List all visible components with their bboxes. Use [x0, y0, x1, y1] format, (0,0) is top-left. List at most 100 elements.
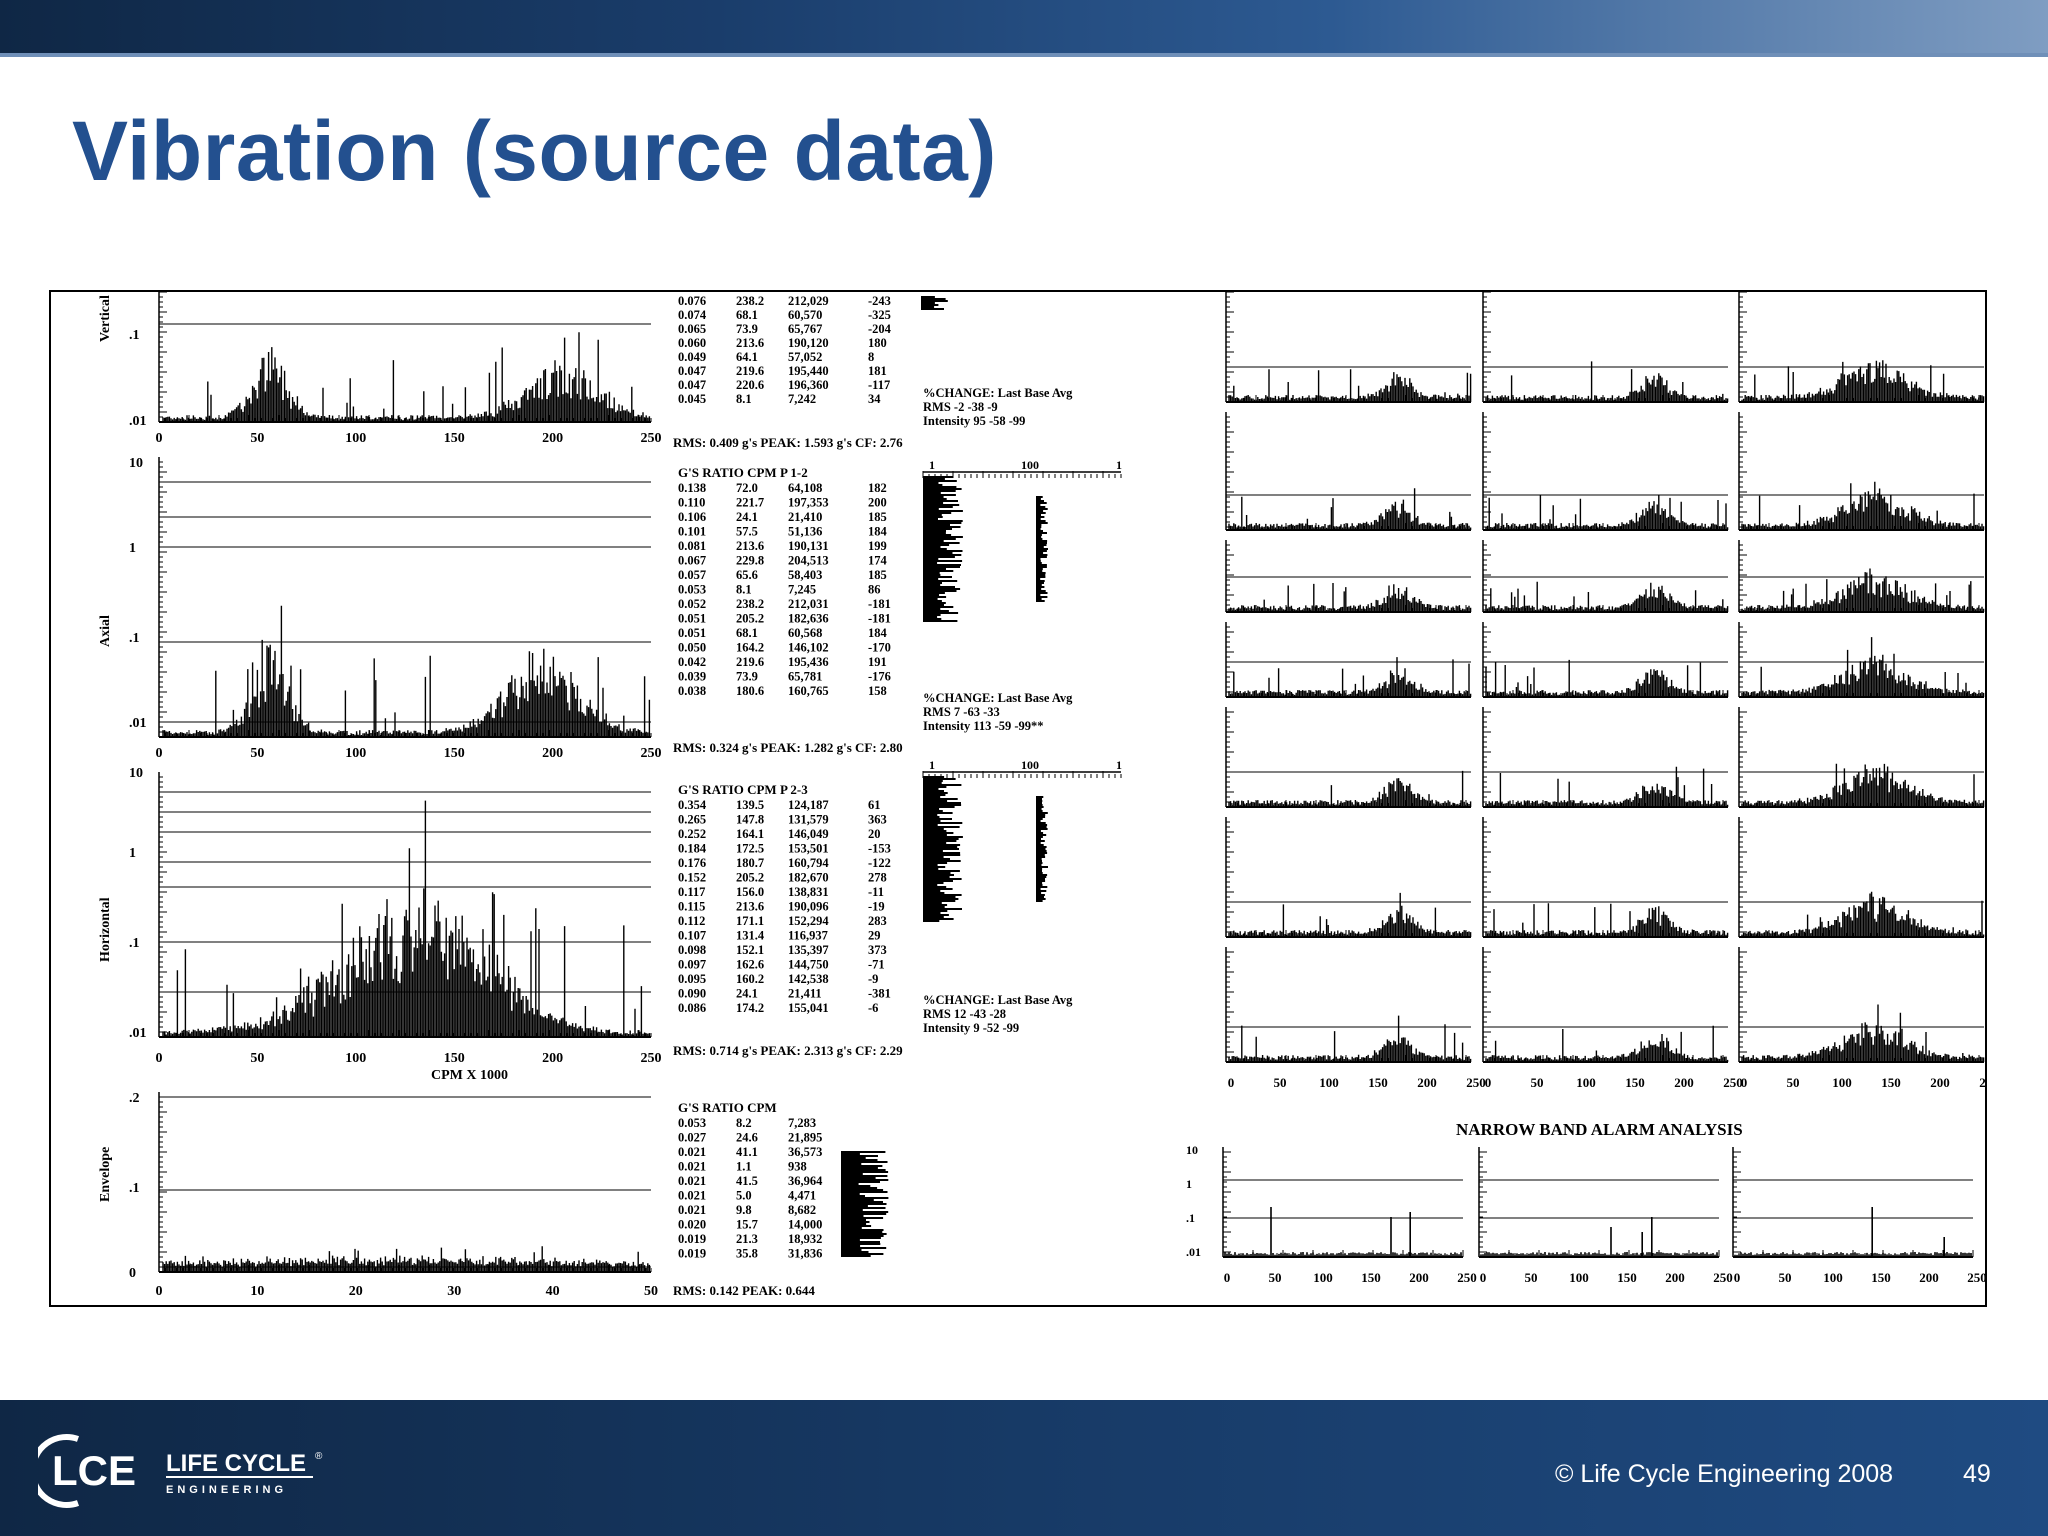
alarm-x-tick-label-1-3: 150	[1617, 1270, 1637, 1285]
table-2-cell: -19	[868, 900, 885, 914]
narrow-band-title: NARROW BAND ALARM ANALYSIS	[1456, 1120, 1743, 1139]
axial-y-tick-label-1: 1	[129, 541, 136, 556]
grid-x-tick-label-0-0: 0	[1228, 1075, 1235, 1090]
table-1-cell: -170	[868, 641, 891, 655]
logo-mark: LCE	[52, 1447, 136, 1494]
table-2-cell: 116,937	[788, 929, 828, 943]
table-1-cell: 213.6	[736, 539, 764, 553]
table-0-cell: 180	[868, 336, 887, 350]
vertical-x-tick-label-2: 100	[345, 431, 366, 446]
grid-spectrum-0-0-yticks	[1226, 292, 1234, 403]
table-1-cell: 21,410	[788, 510, 822, 524]
alarm-x-tick-label-2-4: 200	[1919, 1270, 1939, 1285]
table-1-cell: 0.057	[678, 568, 706, 582]
table-1-cell: 7,245	[788, 583, 816, 597]
page-number: 49	[1963, 1460, 1991, 1488]
grid-x-tick-label-0-2: 100	[1319, 1075, 1339, 1090]
table-1-cell: 182	[868, 481, 887, 495]
envelope-x-tick-label-5: 50	[644, 1284, 658, 1299]
table-2-cell: 142,538	[788, 972, 829, 986]
table-2-cell: 144,750	[788, 958, 829, 972]
table-3-cell: 36,573	[788, 1145, 822, 1159]
axial-x-tick-label-2: 100	[345, 746, 366, 761]
table-1-summary: RMS: 0.324 g's PEAK: 1.282 g's CF: 2.80	[673, 740, 903, 755]
envelope-y-tick-label-2: 0	[129, 1266, 136, 1281]
table-2-cell: 61	[868, 798, 881, 812]
vertical-y-ticks	[159, 292, 167, 423]
mini-scale-left-0: 1	[929, 458, 935, 472]
vertical-y-tick-label-1: .01	[129, 414, 147, 429]
table-1-cell: 184	[868, 525, 888, 539]
table-3-summary: RMS: 0.142 PEAK: 0.644	[673, 1283, 815, 1298]
table-2-cell: 29	[868, 929, 881, 943]
table-1-cell: 24.1	[736, 510, 758, 524]
table-3-cell: 1.1	[736, 1160, 752, 1174]
table-1-cell: 180.6	[736, 684, 764, 698]
table-3-cell: 0.019	[678, 1232, 706, 1246]
table-1-cell: 51,136	[788, 525, 822, 539]
table-2-cell: 0.112	[678, 914, 705, 928]
table-0-cell: -204	[868, 322, 892, 336]
top-banner	[0, 0, 2048, 57]
axial-y-tick-label-2: .1	[129, 631, 140, 646]
horizontal-x-tick-label-3: 150	[444, 1051, 465, 1066]
envelope-spectrum	[162, 1246, 651, 1272]
horizontal-y-tick-label-0: 10	[129, 766, 143, 781]
grid-spectrum-1-2	[1485, 581, 1729, 612]
table-2-cell: -9	[868, 972, 878, 986]
mini-hist-b-1	[1036, 796, 1048, 902]
axial-x-tick-label-1: 50	[250, 746, 264, 761]
table-3-cell: 14,000	[788, 1218, 822, 1232]
table-2-cell: -153	[868, 842, 891, 856]
change-block-2-rms: RMS 12 -43 -28	[923, 1007, 1006, 1021]
table-1-cell: 158	[868, 684, 887, 698]
table-1-cell: 64,108	[788, 481, 822, 495]
table-2-cell: 180.7	[736, 856, 764, 870]
horizontal-y-tick-label-1: 1	[129, 846, 136, 861]
table-1-cell: -181	[868, 597, 891, 611]
table-0-cell: -117	[868, 378, 890, 392]
table-2-cell: 0.176	[678, 856, 706, 870]
alarm-x-tick-label-1-0: 0	[1480, 1270, 1487, 1285]
table-2-cell: 152,294	[788, 914, 829, 928]
grid-spectrum-0-5	[1228, 892, 1472, 937]
table-0-cell: 0.045	[678, 392, 706, 406]
envelope-x-tick-label-1: 10	[250, 1284, 264, 1299]
mini-hist-a-0	[923, 476, 963, 622]
vertical-axis-label: Vertical	[98, 295, 113, 342]
table-2-cell: 373	[868, 943, 887, 957]
table-0-summary: RMS: 0.409 g's PEAK: 1.593 g's CF: 2.76	[673, 435, 903, 450]
table-2-cell: 135,397	[788, 943, 829, 957]
alarm-chart-1-yticks	[1479, 1151, 1487, 1258]
grid-spectrum-0-0	[1228, 369, 1472, 402]
alarm-x-tick-label-0-0: 0	[1224, 1270, 1231, 1285]
grid-x-tick-label-1-3: 150	[1625, 1075, 1645, 1090]
envelope-y-tick-label-1: .1	[129, 1181, 140, 1196]
grid-x-tick-label-0-4: 200	[1417, 1075, 1437, 1090]
grid-spectrum-1-6	[1485, 1025, 1729, 1062]
table-2-cell: 278	[868, 871, 887, 885]
alarm-chart-2-yticks	[1733, 1151, 1741, 1258]
grid-x-tick-label-1-2: 100	[1576, 1075, 1596, 1090]
grid-x-tick-label-1-1: 50	[1531, 1075, 1544, 1090]
table-1-cell: 205.2	[736, 612, 764, 626]
change-block-0-intensity: Intensity 95 -58 -99	[923, 414, 1025, 428]
table-2-cell: 131,579	[788, 813, 829, 827]
table-0-cell: 220.6	[736, 378, 764, 392]
table-1-cell: 0.050	[678, 641, 706, 655]
table-2-cell: 139.5	[736, 798, 764, 812]
table-1-cell: 0.053	[678, 583, 706, 597]
table-2-cell: 0.107	[678, 929, 706, 943]
table-0-cell: 213.6	[736, 336, 764, 350]
table-0-cell: 65,767	[788, 322, 822, 336]
table-2-cell: 164.1	[736, 827, 764, 841]
horizontal-x-tick-label-0: 0	[156, 1051, 163, 1066]
table-3-cell: 41.1	[736, 1145, 758, 1159]
vertical-x-tick-label-0: 0	[156, 431, 163, 446]
grid-spectrum-1-3	[1485, 659, 1729, 697]
table-1-cell: 219.6	[736, 655, 764, 669]
grid-spectrum-0-2	[1228, 583, 1472, 612]
table-1-cell: 68.1	[736, 626, 758, 640]
alarm-x-tick-label-0-4: 200	[1409, 1270, 1429, 1285]
table-1-cell: 0.038	[678, 684, 706, 698]
